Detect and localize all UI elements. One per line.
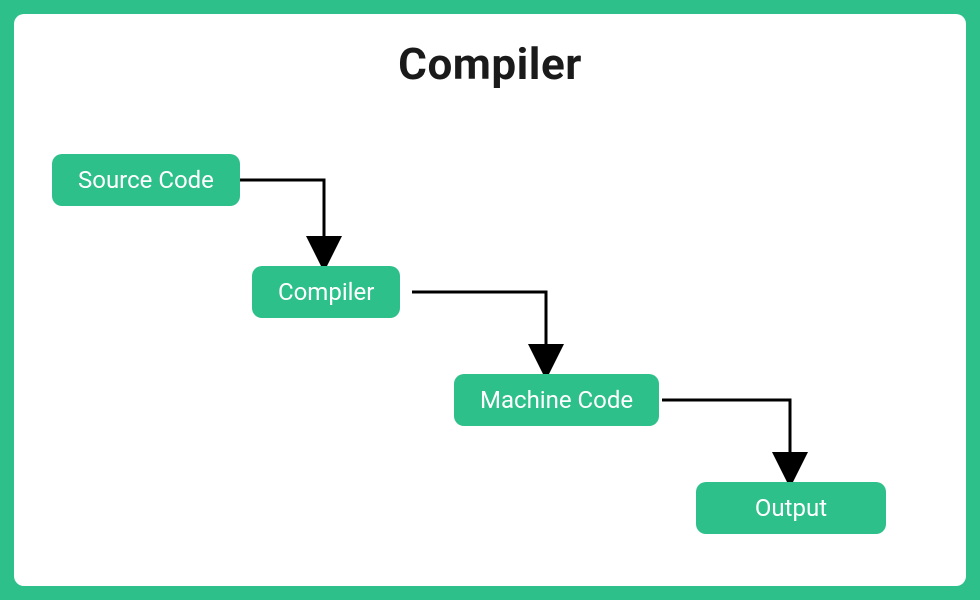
- diagram-canvas: Source Code Compiler Machine Code Output: [14, 14, 966, 586]
- node-label: Source Code: [78, 166, 214, 194]
- node-machine-code: Machine Code: [454, 374, 659, 426]
- arrow-compiler-to-machine: [412, 292, 546, 362]
- node-label: Compiler: [278, 278, 374, 306]
- node-label: Output: [755, 494, 827, 522]
- node-output: Output: [696, 482, 886, 534]
- node-compiler: Compiler: [252, 266, 400, 318]
- arrow-machine-to-output: [662, 400, 790, 470]
- diagram-frame: Compiler Source Code Compiler Machine Co…: [14, 14, 966, 586]
- arrow-source-to-compiler: [232, 180, 324, 254]
- node-source-code: Source Code: [52, 154, 240, 206]
- node-label: Machine Code: [480, 386, 633, 414]
